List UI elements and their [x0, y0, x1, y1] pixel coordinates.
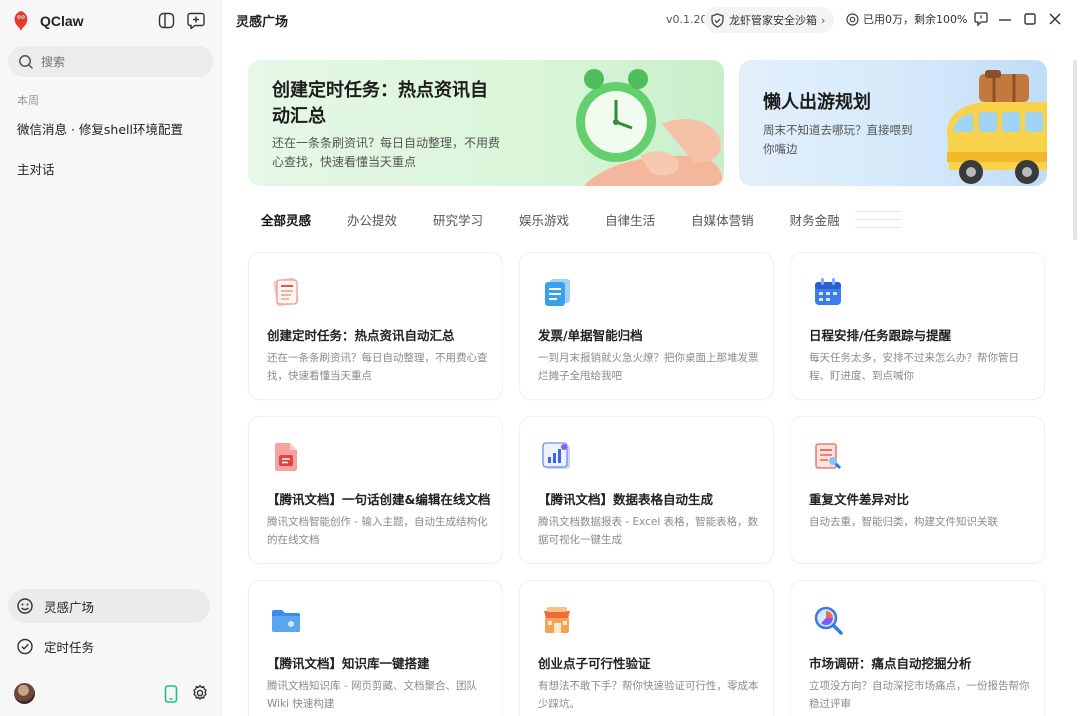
version-label: v0.1.20	[666, 13, 708, 26]
sidebar: QClaw 本周 微信消息 · 修复shell环境配置 主对话 灵感广场 定时任…	[0, 0, 222, 716]
card-title: 重复文件差异对比	[809, 492, 910, 507]
compare-file-icon	[815, 443, 842, 470]
card-schedule-reminder[interactable]: 日程安排/任务跟踪与提醒 每天任务太多，安排不过来怎么办？帮你管日程、盯进度、到…	[790, 252, 1045, 400]
sandbox-label: 龙虾管家安全沙箱	[729, 14, 817, 27]
search-input[interactable]	[41, 54, 191, 69]
card-title: 发票/单据智能归档	[538, 328, 643, 343]
card-market-research[interactable]: 市场调研：痛点自动挖掘分析 立项没方向？自动深挖市场痛点，一份报告帮你稳过评审	[790, 580, 1045, 716]
brand: QClaw	[12, 10, 84, 32]
card-desc: 每天任务太多，安排不过来怎么办？帮你管日程、盯进度、到点喊你	[809, 352, 1019, 382]
feedback-icon[interactable]	[974, 11, 988, 27]
banner-desc: 周末不知道去哪玩？直接喂到你嘴边	[763, 123, 913, 156]
chevron-right-icon: ›	[821, 13, 826, 27]
page-title: 灵感广场	[236, 15, 289, 30]
calendar-icon	[815, 278, 841, 305]
card-title: 创建定时任务：热点资讯自动汇总	[267, 328, 455, 343]
shield-icon	[711, 12, 724, 28]
conversation-item[interactable]: 主对话	[17, 159, 55, 178]
search-icon	[19, 54, 34, 69]
card-news-summary[interactable]: 创建定时任务：热点资讯自动汇总 还在一条条刷资讯？每日自动整理，不用费心查找，快…	[248, 252, 503, 400]
banner-title: 懒人出游规划	[763, 92, 871, 113]
quota-icon	[846, 12, 859, 26]
quota-indicator[interactable]: 已用0万，剩余100%	[846, 11, 967, 27]
search-box[interactable]	[8, 46, 213, 77]
card-desc: 腾讯文档知识库 - 网页剪藏、文档聚合、团队 Wiki 快速构建	[267, 680, 477, 710]
app-name: QClaw	[40, 13, 84, 29]
card-desc: 腾讯文档智能创作 - 输入主题，自动生成结构化的在线文档	[267, 516, 488, 546]
news-paper-icon	[273, 277, 299, 307]
banner-title: 创建定时任务：热点资讯自动汇总	[272, 80, 488, 127]
tab-marketing[interactable]: 自媒体营销	[691, 210, 754, 230]
close-icon[interactable]	[1049, 13, 1061, 25]
invoice-icon	[545, 279, 570, 306]
conversation-item[interactable]: 微信消息 · 修复shell环境配置	[17, 119, 183, 138]
travel-van-icon	[947, 70, 1047, 184]
card-title: 市场调研：痛点自动挖掘分析	[809, 656, 972, 671]
sidebar-item-scheduled-tasks[interactable]: 定时任务	[8, 629, 210, 663]
tab-study[interactable]: 研究学习	[433, 210, 483, 230]
card-title: 【腾讯文档】一句话创建&编辑在线文档	[267, 492, 491, 507]
card-desc: 自动去重，智能归类，构建文件知识关联	[809, 516, 998, 528]
card-desc: 一到月末报销就火急火燎？把你桌面上那堆发票烂摊子全甩给我吧	[538, 352, 759, 382]
tab-games[interactable]: 娱乐游戏	[519, 210, 569, 230]
shop-icon	[544, 607, 570, 633]
card-desc: 立项没方向？自动深挖市场痛点，一份报告帮你稳过评审	[809, 680, 1030, 710]
document-icon	[275, 443, 297, 471]
card-knowledge-base[interactable]: 【腾讯文档】知识库一键搭建 腾讯文档知识库 - 网页剪藏、文档聚合、团队 Wik…	[248, 580, 503, 716]
quota-label: 已用0万，剩余100%	[863, 13, 968, 26]
scrollbar[interactable]	[1073, 60, 1077, 240]
tab-finance[interactable]: 财务金融	[790, 210, 840, 230]
card-tencent-doc-create[interactable]: 【腾讯文档】一句话创建&编辑在线文档 腾讯文档智能创作 - 输入主题，自动生成结…	[248, 416, 503, 564]
maximize-icon[interactable]	[1024, 13, 1036, 25]
tab-office[interactable]: 办公提效	[347, 210, 397, 230]
avatar[interactable]	[14, 683, 35, 704]
banner-trip-planning[interactable]: 懒人出游规划 周末不知道去哪玩？直接喂到你嘴边	[739, 60, 1047, 186]
spreadsheet-icon	[542, 442, 570, 469]
new-chat-icon[interactable]	[187, 11, 205, 29]
banner-scheduled-news[interactable]: 创建定时任务：热点资讯自动汇总 还在一条条刷资讯？每日自动整理，不用费心查找，快…	[248, 60, 724, 186]
inspiration-icon	[17, 598, 33, 614]
sidebar-item-label: 灵感广场	[44, 599, 95, 615]
card-title: 日程安排/任务跟踪与提醒	[809, 328, 952, 343]
magnifier-chart-icon	[814, 606, 843, 635]
check-clock-icon	[17, 638, 33, 655]
section-label-this-week: 本周	[17, 94, 39, 107]
folder-icon	[272, 610, 300, 632]
card-desc: 还在一条条刷资讯？每日自动整理，不用费心查找，快速看懂当天重点	[267, 352, 488, 382]
top-bar: 灵感广场 v0.1.20 龙虾管家安全沙箱 › 已用0万，剩余100%	[222, 0, 1080, 40]
card-tencent-spreadsheet[interactable]: 【腾讯文档】数据表格自动生成 腾讯文档数据报表 - Excel 表格，智能表格，…	[519, 416, 774, 564]
card-startup-validation[interactable]: 创业点子可行性验证 有想法不敢下手？帮你快速验证可行性，零成本少踩坑。	[519, 580, 774, 716]
gear-icon[interactable]	[191, 684, 209, 702]
tab-all[interactable]: 全部灵感	[261, 210, 311, 230]
phone-icon[interactable]	[164, 685, 178, 703]
card-desc: 腾讯文档数据报表 - Excel 表格，智能表格，数据可视化一键生成	[538, 516, 759, 546]
app-logo-icon	[14, 11, 28, 31]
card-invoice-archive[interactable]: 发票/单据智能归档 一到月末报销就火急火燎？把你桌面上那堆发票烂摊子全甩给我吧	[519, 252, 774, 400]
sandbox-button[interactable]: 龙虾管家安全沙箱 ›	[704, 7, 834, 33]
sidebar-item-label: 定时任务	[44, 639, 95, 655]
category-tabs: 全部灵感 办公提效 研究学习 娱乐游戏 自律生活 自媒体营销 财务金融	[261, 210, 876, 230]
card-title: 【腾讯文档】知识库一键搭建	[267, 656, 430, 671]
sidebar-item-inspiration[interactable]: 灵感广场	[8, 589, 210, 623]
sidebar-toggle-icon[interactable]	[157, 11, 175, 29]
tab-lifestyle[interactable]: 自律生活	[605, 210, 655, 230]
minimize-icon[interactable]	[999, 19, 1011, 21]
card-title: 创业点子可行性验证	[538, 656, 651, 671]
tabs-overflow-fade	[855, 207, 1045, 231]
banner-desc: 还在一条条刷资讯？每日自动整理，不用费心查找，快速看懂当天重点	[272, 136, 501, 169]
card-desc: 有想法不敢下手？帮你快速验证可行性，零成本少踩坑。	[538, 680, 759, 710]
card-title: 【腾讯文档】数据表格自动生成	[538, 492, 714, 507]
card-file-diff[interactable]: 重复文件差异对比 自动去重，智能归类，构建文件知识关联	[790, 416, 1045, 564]
alarm-clock-icon	[576, 69, 723, 186]
